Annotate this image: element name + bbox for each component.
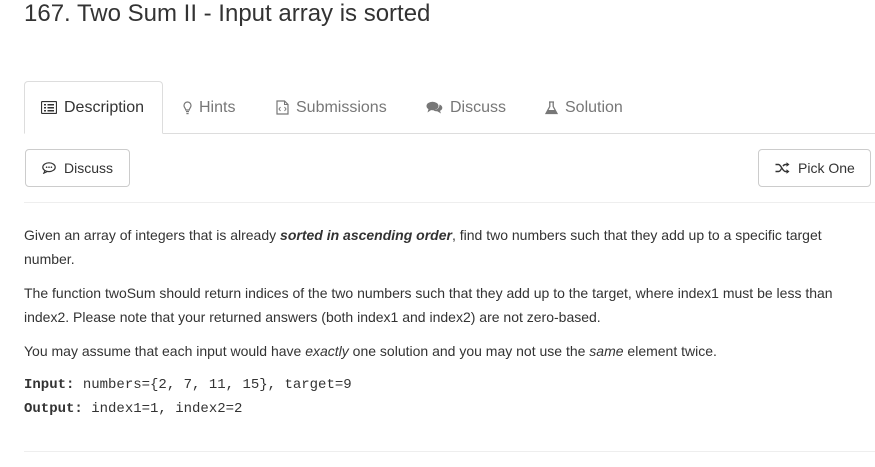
tab-label: Submissions bbox=[296, 98, 387, 116]
text-span: element twice. bbox=[623, 343, 717, 359]
output-value: index1=1, index2=2 bbox=[82, 401, 243, 417]
code-file-icon bbox=[276, 100, 289, 115]
tab-label: Solution bbox=[565, 98, 623, 116]
discuss-button-label: Discuss bbox=[64, 160, 114, 176]
comments-icon bbox=[426, 101, 443, 114]
text-span: one solution and you may not use the bbox=[348, 343, 590, 359]
input-value: numbers={2, 7, 11, 15}, target=9 bbox=[74, 377, 352, 393]
comment-icon bbox=[42, 162, 56, 174]
pick-one-button-label: Pick One bbox=[798, 160, 855, 176]
description-paragraph: The function twoSum should return indice… bbox=[24, 285, 833, 325]
emphasis-text: same bbox=[589, 343, 624, 359]
text-span: Given an array of integers that is alrea… bbox=[24, 227, 281, 243]
problem-description: Given an array of integers that is alrea… bbox=[24, 223, 844, 421]
discuss-button[interactable]: Discuss bbox=[25, 149, 130, 187]
tab-submissions[interactable]: Submissions bbox=[276, 81, 387, 134]
divider bbox=[24, 202, 875, 203]
example-input: Input: numbers={2, 7, 11, 15}, target=9 bbox=[24, 373, 844, 397]
emphasis-text: exactly bbox=[305, 343, 349, 359]
tab-hints[interactable]: Hints bbox=[183, 81, 235, 134]
emphasis-text: sorted in ascending order bbox=[280, 227, 452, 243]
tab-label: Description bbox=[64, 98, 145, 116]
example-output: Output: index1=1, index2=2 bbox=[24, 397, 844, 421]
lightbulb-icon bbox=[183, 100, 192, 114]
tab-label: Discuss bbox=[450, 98, 507, 116]
input-label: Input: bbox=[24, 377, 75, 393]
flask-icon bbox=[545, 100, 558, 114]
tab-label: Hints bbox=[199, 98, 236, 116]
tab-discuss[interactable]: Discuss bbox=[426, 81, 506, 134]
description-paragraph: You may assume that each input would hav… bbox=[24, 339, 844, 363]
description-paragraph: Given an array of integers that is alrea… bbox=[24, 223, 844, 271]
page-title: 167. Two Sum II - Input array is sorted bbox=[24, 0, 431, 27]
tab-solution[interactable]: Solution bbox=[545, 81, 623, 134]
pick-one-button[interactable]: Pick One bbox=[758, 149, 871, 187]
tab-description[interactable]: Description bbox=[24, 81, 163, 134]
text-span: You may assume that each input would hav… bbox=[24, 343, 306, 359]
list-icon bbox=[41, 101, 57, 114]
divider bbox=[24, 451, 875, 452]
tab-bar: Description Hints Submissions Discuss So… bbox=[24, 81, 875, 134]
output-label: Output: bbox=[24, 401, 83, 417]
shuffle-icon bbox=[775, 162, 790, 174]
example-block: Input: numbers={2, 7, 11, 15}, target=9 … bbox=[24, 373, 844, 421]
